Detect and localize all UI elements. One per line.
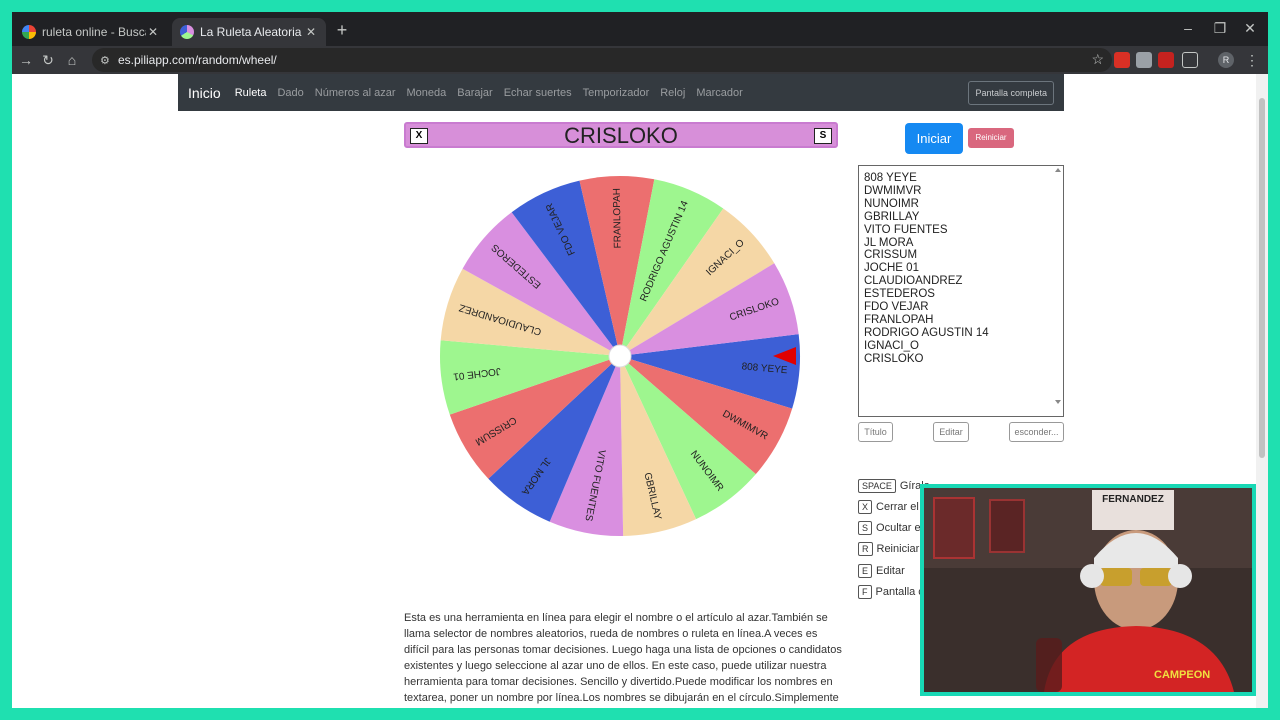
profile-avatar[interactable]: R: [1218, 52, 1234, 68]
tab-close-icon[interactable]: ✕: [304, 25, 318, 39]
nav-link-numeros[interactable]: Números al azar: [315, 87, 396, 99]
browser-toolbar: → ↻ ⌂ ⚙ es.piliapp.com/random/wheel/ ☆ R…: [12, 46, 1268, 74]
shortcut-key: S: [858, 521, 873, 535]
name-line: 808 YEYE: [864, 172, 917, 184]
shortcut-label: Reiniciar: [876, 543, 920, 555]
webcam-overlay: FERNANDEZ CAMPEON: [920, 484, 1256, 696]
names-textarea[interactable]: 808 YEYE DWMIMVR NUNOIMR GBRILLAY VITO F…: [858, 165, 1064, 417]
reset-button[interactable]: Reiniciar: [968, 128, 1014, 148]
wheel-center-hub: [608, 344, 632, 368]
browser-tab-search[interactable]: ruleta online - Buscar con Goog ✕: [14, 18, 168, 46]
name-wheel[interactable]: 808 YEYEDWMIMVRNUNOIMRGBRILLAYVITO FUENT…: [438, 174, 802, 538]
nav-link-marcador[interactable]: Marcador: [696, 87, 742, 99]
browser-tab-ruleta[interactable]: La Ruleta Aleatoria ✕: [172, 18, 326, 46]
name-line: GBRILLAY: [864, 210, 920, 223]
web-page: Inicio Ruleta Dado Números al azar Moned…: [12, 74, 1268, 708]
shortcut-row: F Pantalla c: [858, 584, 924, 600]
name-line: CRISLOKO: [864, 352, 924, 365]
extension-icon[interactable]: [1158, 52, 1174, 68]
shortcut-key: E: [858, 564, 873, 578]
title-button[interactable]: Título: [858, 422, 893, 442]
name-line: JOCHE 01: [864, 262, 919, 275]
browser-tabbar: ruleta online - Buscar con Goog ✕ La Rul…: [12, 12, 1268, 46]
extension-icon[interactable]: [1136, 52, 1152, 68]
nav-link-reloj[interactable]: Reloj: [660, 87, 685, 99]
close-window-icon[interactable]: ✕: [1240, 20, 1260, 37]
streamer-video: FERNANDEZ CAMPEON: [924, 488, 1252, 692]
fullscreen-button[interactable]: Pantalla completa: [968, 81, 1054, 105]
tab-close-icon[interactable]: ✕: [146, 25, 160, 39]
site-info-icon[interactable]: ⚙: [100, 54, 118, 67]
name-line: ESTEDEROS: [864, 288, 935, 301]
home-icon[interactable]: ⌂: [62, 50, 82, 70]
google-icon: [22, 25, 36, 39]
nav-link-barajar[interactable]: Barajar: [457, 87, 492, 99]
name-line: NUNOIMR: [864, 197, 919, 210]
nav-link-ruleta[interactable]: Ruleta: [235, 87, 267, 99]
shortcut-key: SPACE: [858, 479, 896, 493]
tab-title: La Ruleta Aleatoria: [200, 25, 302, 39]
url-text: es.piliapp.com/random/wheel/: [118, 53, 277, 67]
shirt-text: CAMPEON: [1154, 669, 1210, 681]
wheel-slice-label: FRANLOPAH: [612, 188, 624, 249]
start-button[interactable]: Iniciar: [905, 123, 963, 154]
site-favicon-icon: [180, 25, 194, 39]
page-scrollbar[interactable]: [1256, 74, 1268, 708]
hide-winner-button[interactable]: S: [814, 128, 832, 144]
shortcut-key: F: [858, 585, 872, 599]
nav-link-moneda[interactable]: Moneda: [406, 87, 446, 99]
name-line: CLAUDIOANDREZ: [864, 275, 963, 288]
restore-icon[interactable]: ❐: [1210, 20, 1230, 37]
reload-icon[interactable]: ↻: [38, 50, 58, 70]
bookmark-star-icon[interactable]: ☆: [1091, 51, 1104, 68]
shortcut-row: S Ocultar el: [858, 520, 923, 536]
tab-title: ruleta online - Buscar con Goog: [42, 25, 146, 39]
shortcut-label: Editar: [876, 565, 905, 577]
new-tab-icon[interactable]: +: [332, 20, 352, 41]
page-scrollbar-thumb[interactable]: [1259, 98, 1265, 458]
edit-button[interactable]: Editar: [933, 422, 969, 442]
nav-link-echar-suertes[interactable]: Echar suertes: [504, 87, 572, 99]
shortcut-row: R Reiniciar: [858, 541, 919, 557]
hide-list-button[interactable]: esconder...: [1009, 422, 1064, 442]
nav-link-dado[interactable]: Dado: [277, 87, 303, 99]
site-navbar: Inicio Ruleta Dado Números al azar Moned…: [178, 74, 1064, 111]
winner-name: CRISLOKO: [564, 123, 678, 148]
name-line: JL MORA: [864, 236, 914, 249]
shortcut-row: E Editar: [858, 563, 905, 579]
shortcut-label: Pantalla c: [875, 586, 924, 598]
minimize-icon[interactable]: –: [1178, 20, 1198, 36]
extensions-puzzle-icon[interactable]: [1182, 52, 1198, 68]
name-line: FDO VEJAR: [864, 301, 929, 314]
shortcut-key: X: [858, 500, 873, 514]
screen: ruleta online - Buscar con Goog ✕ La Rul…: [12, 12, 1268, 708]
name-line: VITO FUENTES: [864, 223, 948, 236]
shortcut-label: Ocultar el: [876, 522, 924, 534]
name-line: FRANLOPAH: [864, 313, 934, 326]
shortcut-row: X Cerrar el b: [858, 499, 928, 515]
nav-brand[interactable]: Inicio: [188, 85, 221, 101]
address-bar[interactable]: ⚙ es.piliapp.com/random/wheel/ ☆: [92, 48, 1112, 72]
menu-kebab-icon[interactable]: ⋮: [1242, 50, 1262, 70]
winner-banner: X CRISLOKO S: [404, 122, 838, 148]
nav-link-temporizador[interactable]: Temporizador: [583, 87, 650, 99]
name-line: RODRIGO AGUSTIN 14: [864, 326, 989, 339]
name-line: CRISSUM: [864, 249, 918, 262]
name-line: IGNACI_O: [864, 339, 919, 352]
back-icon[interactable]: →: [16, 50, 36, 70]
banner-text: FERNANDEZ: [1102, 494, 1164, 505]
name-line: DWMIMVR: [864, 184, 922, 197]
shortcut-key: R: [858, 542, 873, 556]
textarea-scrollbar[interactable]: [1054, 167, 1062, 407]
extension-icon[interactable]: [1114, 52, 1130, 68]
description-text: Esta es una herramienta en línea para el…: [404, 612, 842, 704]
